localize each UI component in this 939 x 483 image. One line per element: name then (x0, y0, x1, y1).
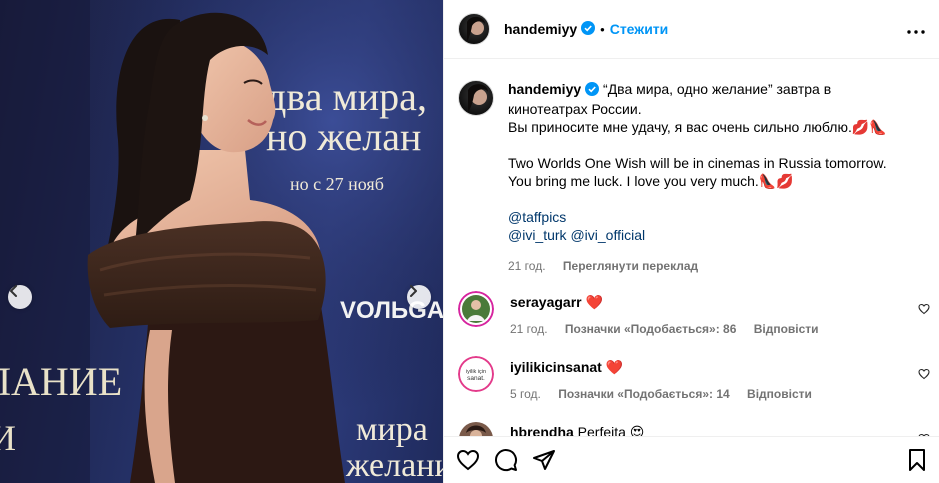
svg-text:sanat.: sanat. (467, 375, 485, 382)
commenter-username[interactable]: serayagarr (510, 294, 582, 310)
like-comment-heart-icon[interactable] (918, 368, 930, 383)
bookmark-icon[interactable] (906, 448, 928, 472)
comment-meta: 5 год. Позначки «Подобається»: 14 Відпов… (510, 385, 890, 403)
author-username[interactable]: handemiyy (504, 21, 577, 37)
header-separator: • (600, 21, 605, 37)
comment-text: Perfeita 😍 (577, 424, 645, 436)
comment-item: iyilik için sanat. iyilikicinsanat ❤️ 5 г… (444, 356, 939, 403)
photo-illustration: два мира, но желан но с 27 нояб VОЛЬGA м… (0, 0, 443, 483)
commenter-avatar[interactable] (458, 421, 494, 436)
banner-text-bottom-2: желание (345, 447, 443, 483)
caption-text-3: Two Worlds One Wish will be in cinemas i… (508, 155, 887, 171)
commenter-username[interactable]: hbrendha (510, 424, 574, 436)
comment-item: hbrendha Perfeita 😍 (444, 421, 939, 436)
post-header: handemiyy • Стежити (444, 0, 939, 59)
verified-badge-icon (581, 20, 596, 38)
like-comment-heart-icon[interactable] (918, 303, 930, 318)
caption-text-2: Вы приносите мне удачу, я вас очень силь… (508, 119, 887, 135)
left-edge-text-1: ЕЛАНИЕ (0, 359, 122, 404)
comment-meta: 21 год. Позначки «Подобається»: 86 Відпо… (510, 320, 890, 338)
banner-text-3: но с 27 нояб (290, 174, 384, 194)
banner-text-1: два мира, (266, 74, 427, 119)
reply-button[interactable]: Відповісти (747, 387, 812, 401)
previous-photo-button[interactable] (8, 285, 32, 309)
comment-body: hbrendha Perfeita 😍 (510, 421, 890, 436)
comment-likes-count[interactable]: Позначки «Подобається»: 14 (558, 387, 729, 401)
post-caption: handemiyy “Два мира, одно желание” завтр… (444, 60, 939, 275)
post-viewer: два мира, но желан но с 27 нояб VОЛЬGA м… (0, 0, 939, 483)
comment-item: serayagarr ❤️ 21 год. Позначки «Подобаєт… (444, 291, 939, 338)
comments-scroll-area[interactable]: handemiyy “Два мира, одно желание” завтр… (444, 60, 939, 436)
caption-author-avatar[interactable] (458, 80, 494, 116)
post-details-panel: handemiyy • Стежити handemiyy “Два мира,… (443, 0, 939, 483)
caption-text-4: You bring me luck. I love you very much.… (508, 173, 794, 189)
comment-icon[interactable] (494, 448, 518, 472)
caption-line-1: handemiyy “Два мира, одно желание” завтр… (508, 80, 913, 118)
comment-text: ❤️ (585, 294, 603, 310)
comment-text: ❤️ (605, 359, 624, 375)
see-translation-button[interactable]: Переглянути переклад (563, 259, 698, 273)
commenter-avatar[interactable]: iyilik için sanat. (458, 356, 494, 392)
caption-verified-badge-icon (585, 82, 600, 100)
post-actions-bar (444, 436, 939, 483)
comment-likes-count[interactable]: Позначки «Подобається»: 86 (565, 322, 736, 336)
share-icon[interactable] (532, 448, 556, 472)
left-edge-text-2: И (0, 418, 16, 458)
follow-button[interactable]: Стежити (610, 21, 669, 37)
caption-username[interactable]: handemiyy (508, 81, 581, 97)
comment-timestamp[interactable]: 21 год. (510, 322, 548, 336)
more-options-icon[interactable] (907, 22, 925, 37)
comment-timestamp[interactable]: 5 год. (510, 387, 541, 401)
caption-body: handemiyy “Два мира, одно желание” завтр… (508, 80, 913, 275)
commenter-avatar[interactable] (458, 291, 494, 327)
mention-link[interactable]: @ivi_official (570, 227, 645, 243)
comment-body: serayagarr ❤️ 21 год. Позначки «Подобаєт… (510, 291, 890, 338)
mention-link[interactable]: @taffpics (508, 209, 566, 225)
commenter-username[interactable]: iyilikicinsanat (510, 359, 602, 375)
comment-body: iyilikicinsanat ❤️ 5 год. Позначки «Подо… (510, 356, 890, 403)
caption-timestamp[interactable]: 21 год. (508, 259, 546, 273)
author-avatar[interactable] (458, 13, 490, 45)
post-photo[interactable]: два мира, но желан но с 27 нояб VОЛЬGA м… (0, 0, 443, 483)
caption-meta: 21 год. Переглянути переклад (508, 257, 913, 275)
next-photo-button[interactable] (407, 285, 431, 309)
mention-link[interactable]: @ivi_turk (508, 227, 567, 243)
banner-text-bottom-1: мира (356, 411, 428, 448)
banner-text-2: но желан (266, 114, 421, 159)
like-heart-icon[interactable] (456, 448, 480, 472)
reply-button[interactable]: Відповісти (754, 322, 819, 336)
